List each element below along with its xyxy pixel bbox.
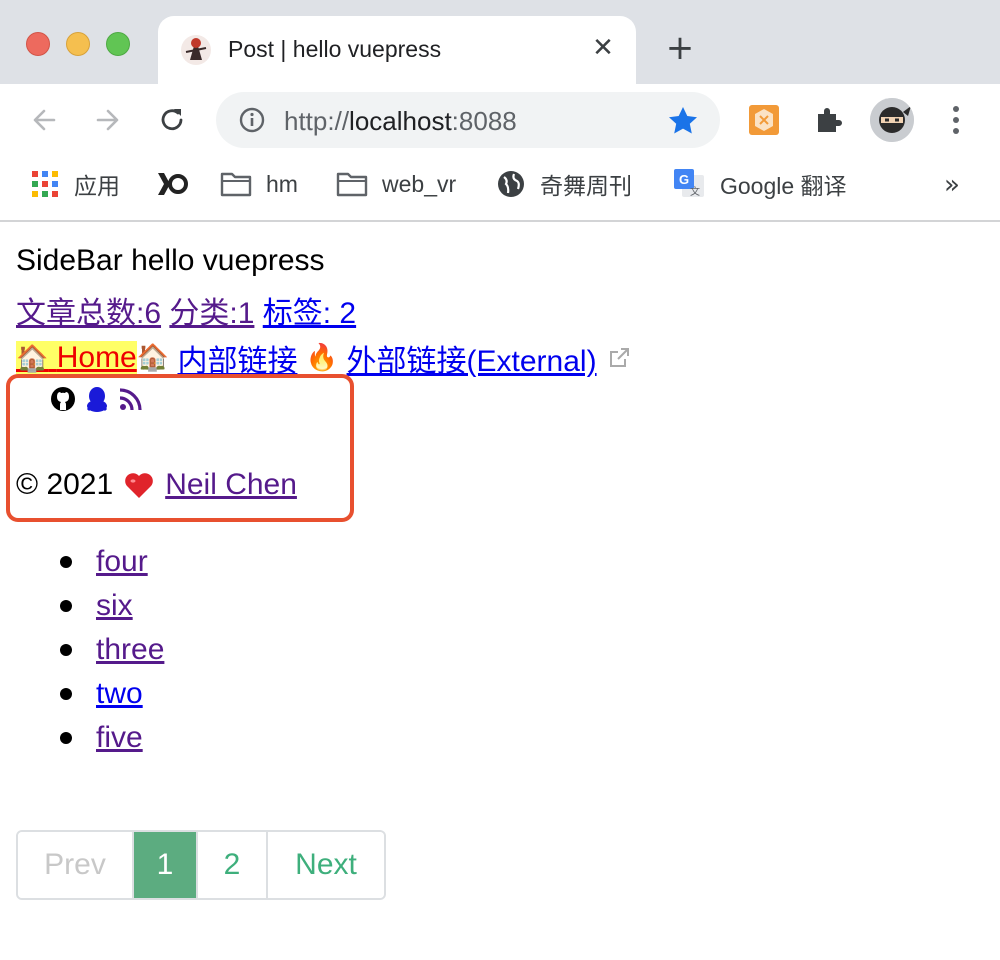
category-count-link[interactable]: 分类:1 [169,297,254,330]
qq-icon[interactable] [82,384,112,414]
info-icon[interactable] [238,106,266,134]
nav-home-link[interactable]: 🏠 Home [16,341,137,375]
menu-kebab-icon[interactable] [944,102,968,138]
address-bar[interactable]: http://localhost:8088 [216,92,720,148]
apps-grid-icon [32,171,58,197]
list-item: three [60,628,164,672]
profile-avatar[interactable] [870,98,914,142]
globe-icon [498,171,524,197]
list-item: five [60,716,164,760]
ninja-favicon-icon [181,35,211,65]
next-page-button[interactable]: Next [268,832,384,898]
back-arrow-icon[interactable] [28,104,60,136]
close-tab-icon[interactable]: ✕ [588,33,618,63]
extensions-puzzle-icon[interactable] [812,104,844,136]
post-link-two[interactable]: two [96,677,143,710]
svg-text:文: 文 [690,185,700,198]
author-link[interactable]: Neil Chen [165,468,297,502]
browser-toolbar: http://localhost:8088 [0,84,1000,156]
house-emoji-icon: 🏠 [136,343,170,373]
github-icon[interactable] [48,384,78,414]
folder-icon [336,172,368,197]
svg-text:G: G [679,172,689,187]
article-count-link[interactable]: 文章总数:6 [16,297,161,330]
list-item: two [60,672,164,716]
tag-count-link[interactable]: 标签: 2 [263,297,356,330]
page-2-button[interactable]: 2 [198,832,268,898]
post-link-six[interactable]: six [96,589,133,622]
ninja-avatar-icon [870,98,914,142]
post-list: four six three two five [60,540,164,760]
bookmarks-bar: 应用 hm web_vr 奇舞周刊 G 文 Google 翻译 » [0,156,1000,222]
new-tab-icon[interactable]: + [664,31,696,65]
post-link-five[interactable]: five [96,721,143,754]
rss-icon[interactable] [116,384,146,414]
bookmark-web-vr[interactable]: web_vr [336,168,456,200]
house-emoji-icon: 🏠 [16,344,49,374]
folder-icon [220,172,252,197]
k-logo-icon [158,173,188,195]
fire-emoji-icon: 🔥 [305,343,339,373]
pagination: Prev 1 2 Next [16,830,386,900]
social-links [48,384,146,414]
external-link-icon [609,348,629,367]
zoom-window-button[interactable] [106,32,130,56]
minimize-window-button[interactable] [66,32,90,56]
tab-strip: Post | hello vuepress ✕ + [0,0,1000,84]
list-item: four [60,540,164,584]
more-bookmarks-chevron-icon[interactable]: » [944,170,960,200]
post-link-three[interactable]: three [96,633,164,666]
bookmark-star-icon[interactable] [666,104,700,138]
tab-title: Post | hello vuepress [228,36,442,62]
page-1-button[interactable]: 1 [134,832,198,898]
bookmark-google-translate[interactable]: G 文 Google 翻译 [672,168,847,200]
footer: © 2021 Neil Chen [16,468,297,502]
bookmark-hm[interactable]: hm [220,168,298,200]
url-text[interactable]: http://localhost:8088 [284,106,517,137]
page-content: SideBar hello vuepress 文章总数:6 分类:1 标签: 2… [0,222,1000,960]
blog-stats: 文章总数:6 分类:1 标签: 2 [16,288,356,332]
nav-external-link[interactable]: 外部链接(External) [347,336,597,380]
forward-arrow-icon[interactable] [92,104,124,136]
reload-icon[interactable] [156,104,188,136]
sidebar-title: SideBar hello vuepress [16,244,325,277]
bookmark-k-logo[interactable] [156,168,202,200]
list-item: six [60,584,164,628]
bookmark-apps[interactable]: 应用 [30,168,120,200]
google-translate-icon: G 文 [674,169,704,198]
active-tab[interactable]: Post | hello vuepress ✕ [158,16,636,84]
bookmark-qiwu-weekly[interactable]: 奇舞周刊 [496,168,632,200]
copyright-text: © 2021 [16,468,114,501]
extension-orange-icon[interactable] [748,104,780,136]
close-window-button[interactable] [26,32,50,56]
heart-icon [125,473,153,498]
prev-page-button[interactable]: Prev [18,832,134,898]
post-link-four[interactable]: four [96,545,148,578]
